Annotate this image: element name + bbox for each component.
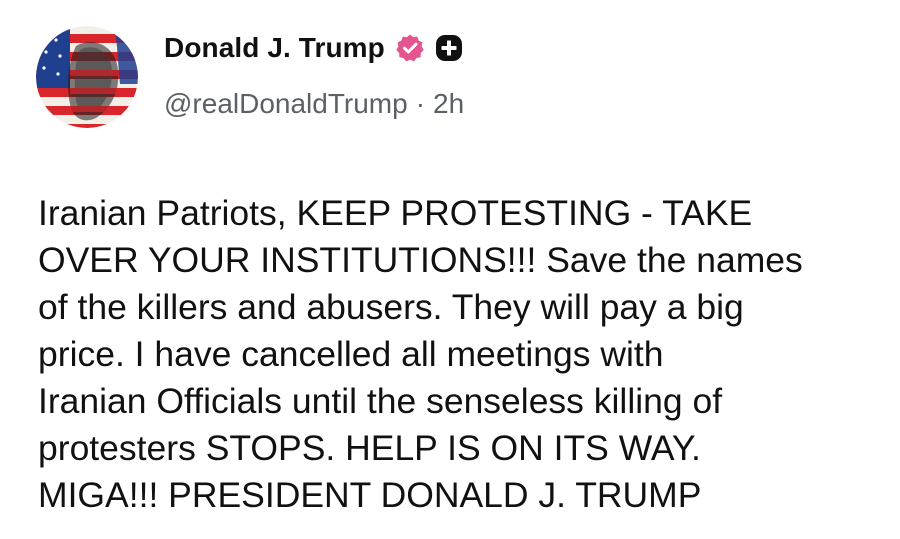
author-name-row: Donald J. Trump <box>164 26 463 70</box>
separator-dot: · <box>415 88 426 119</box>
author-handle[interactable]: @realDonaldTrump <box>164 88 408 120</box>
author-display-name[interactable]: Donald J. Trump <box>164 32 385 64</box>
flag-portrait-avatar-icon <box>36 26 138 128</box>
author-handle-row: @realDonaldTrump · 2h <box>164 84 464 124</box>
post-text-line: OVER YOUR INSTITUTIONS!!! Save the names <box>38 240 803 280</box>
post-text: Iranian Patriots, KEEP PROTESTING - TAKE… <box>38 190 878 519</box>
post-text-line: of the killers and abusers. They will pa… <box>38 287 744 327</box>
post-text-line: protesters STOPS. HELP IS ON ITS WAY. <box>38 428 701 468</box>
avatar[interactable] <box>36 26 138 128</box>
post-text-line: Iranian Officials until the senseless ki… <box>38 381 723 421</box>
post-text-line: price. I have cancelled all meetings wit… <box>38 334 664 374</box>
post-text-line: MIGA!!! PRESIDENT DONALD J. TRUMP <box>38 475 702 515</box>
verified-badge-icon <box>395 33 425 63</box>
post-card: Donald J. Trump @realDonaldTrump · 2h Ir… <box>0 0 900 539</box>
post-timestamp[interactable]: 2h <box>433 88 464 120</box>
plus-badge-icon <box>435 34 463 62</box>
post-text-line: Iranian Patriots, KEEP PROTESTING - TAKE <box>38 193 753 233</box>
